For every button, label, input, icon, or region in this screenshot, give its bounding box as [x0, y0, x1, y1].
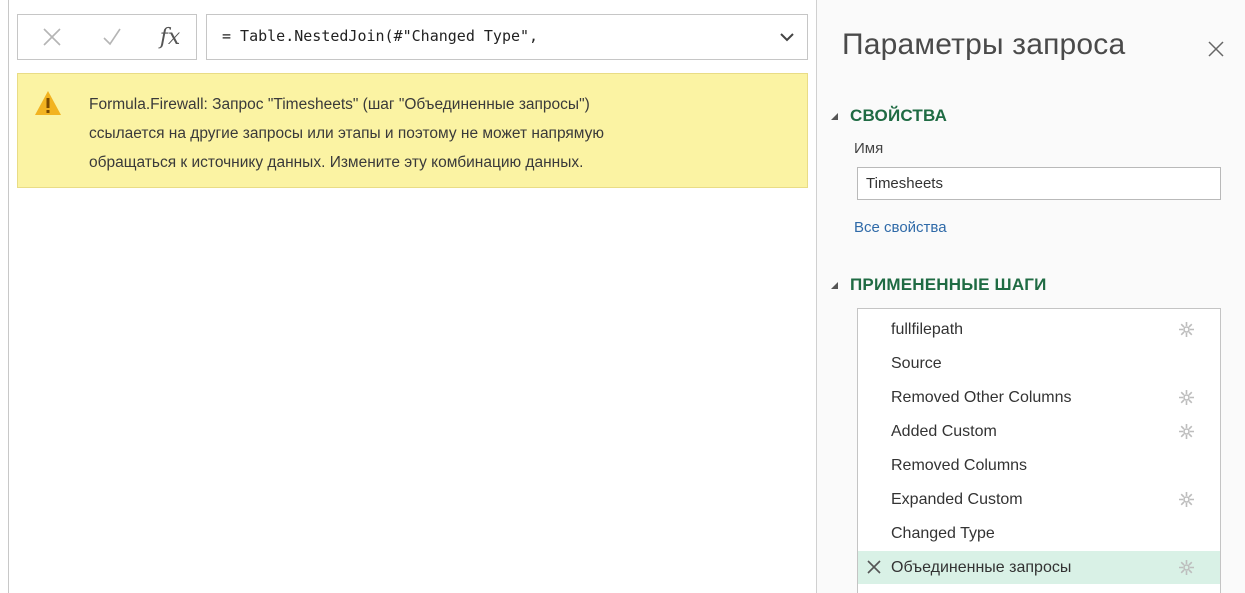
applied-steps-section-header[interactable]: ПРИМЕНЕННЫЕ ШАГИ — [831, 275, 1047, 295]
name-label: Имя — [854, 140, 884, 157]
query-name-input[interactable] — [857, 167, 1221, 200]
formula-buttons: fx — [17, 14, 197, 60]
applied-step-label: Объединенные запросы — [891, 558, 1072, 576]
commit-formula-button[interactable] — [90, 15, 134, 59]
x-icon — [43, 28, 61, 46]
formula-input[interactable]: = Table.NestedJoin(#"Changed Type", — [206, 14, 808, 60]
applied-step-label: Changed Type — [891, 524, 995, 542]
step-settings-gear-icon[interactable] — [1178, 423, 1195, 440]
applied-step[interactable]: fullfilepath — [858, 313, 1220, 346]
applied-step[interactable]: Expanded Custom — [858, 483, 1220, 516]
step-settings-gear-icon[interactable] — [1178, 559, 1195, 576]
cancel-formula-button[interactable] — [30, 15, 74, 59]
formula-text: = Table.NestedJoin(#"Changed Type", — [222, 27, 539, 45]
applied-step[interactable]: Removed Other Columns — [858, 381, 1220, 414]
error-banner: Formula.Firewall: Запрос "Timesheets" (ш… — [17, 73, 808, 188]
chevron-down-icon — [780, 33, 794, 42]
applied-step[interactable]: Removed Columns — [858, 449, 1220, 482]
collapse-triangle-icon — [831, 112, 838, 120]
close-icon — [1208, 41, 1224, 57]
check-icon — [103, 28, 121, 46]
formula-bar: fx = Table.NestedJoin(#"Changed Type", — [17, 14, 808, 60]
applied-step-label: fullfilepath — [891, 320, 964, 338]
applied-step-label: Source — [891, 354, 942, 372]
query-settings-title: Параметры запроса — [842, 28, 1126, 61]
applied-steps-heading: ПРИМЕНЕННЫЕ ШАГИ — [850, 275, 1047, 294]
applied-step[interactable]: Changed Type — [858, 517, 1220, 550]
close-pane-button[interactable] — [1201, 34, 1231, 64]
step-settings-gear-icon[interactable] — [1178, 491, 1195, 508]
properties-heading: СВОЙСТВА — [850, 106, 948, 125]
error-line: Formula.Firewall: Запрос "Timesheets" (ш… — [89, 96, 590, 113]
all-properties-link[interactable]: Все свойства — [854, 219, 947, 236]
applied-step[interactable]: Объединенные запросы — [858, 551, 1220, 584]
data-preview-edge — [0, 0, 9, 593]
step-settings-gear-icon[interactable] — [1178, 321, 1195, 338]
step-error-icon — [866, 559, 882, 575]
applied-steps-list: fullfilepath Source Removed Other Columns A… — [857, 308, 1221, 593]
insert-function-button[interactable]: fx — [148, 15, 192, 59]
collapse-triangle-icon — [831, 281, 838, 289]
error-line: ссылается на другие запросы или этапы и … — [89, 125, 604, 142]
applied-step[interactable]: Added Custom — [858, 415, 1220, 448]
properties-section-header[interactable]: СВОЙСТВА — [831, 106, 947, 126]
applied-step-label: Removed Columns — [891, 456, 1028, 474]
step-settings-gear-icon[interactable] — [1178, 389, 1195, 406]
applied-step[interactable]: Source — [858, 347, 1220, 380]
applied-step-label: Added Custom — [891, 422, 997, 440]
applied-step-label: Expanded Custom — [891, 490, 1023, 508]
error-message: Formula.Firewall: Запрос "Timesheets" (ш… — [89, 90, 789, 177]
expand-formula-button[interactable] — [775, 25, 799, 49]
warning-icon — [35, 91, 61, 115]
error-line: обращаться к источнику данных. Измените … — [89, 154, 584, 171]
query-settings-pane: Параметры запроса СВОЙСТВА Имя Все свойс… — [816, 0, 1245, 593]
editor-area: fx = Table.NestedJoin(#"Changed Type", F… — [0, 0, 816, 593]
applied-step-label: Removed Other Columns — [891, 388, 1072, 406]
